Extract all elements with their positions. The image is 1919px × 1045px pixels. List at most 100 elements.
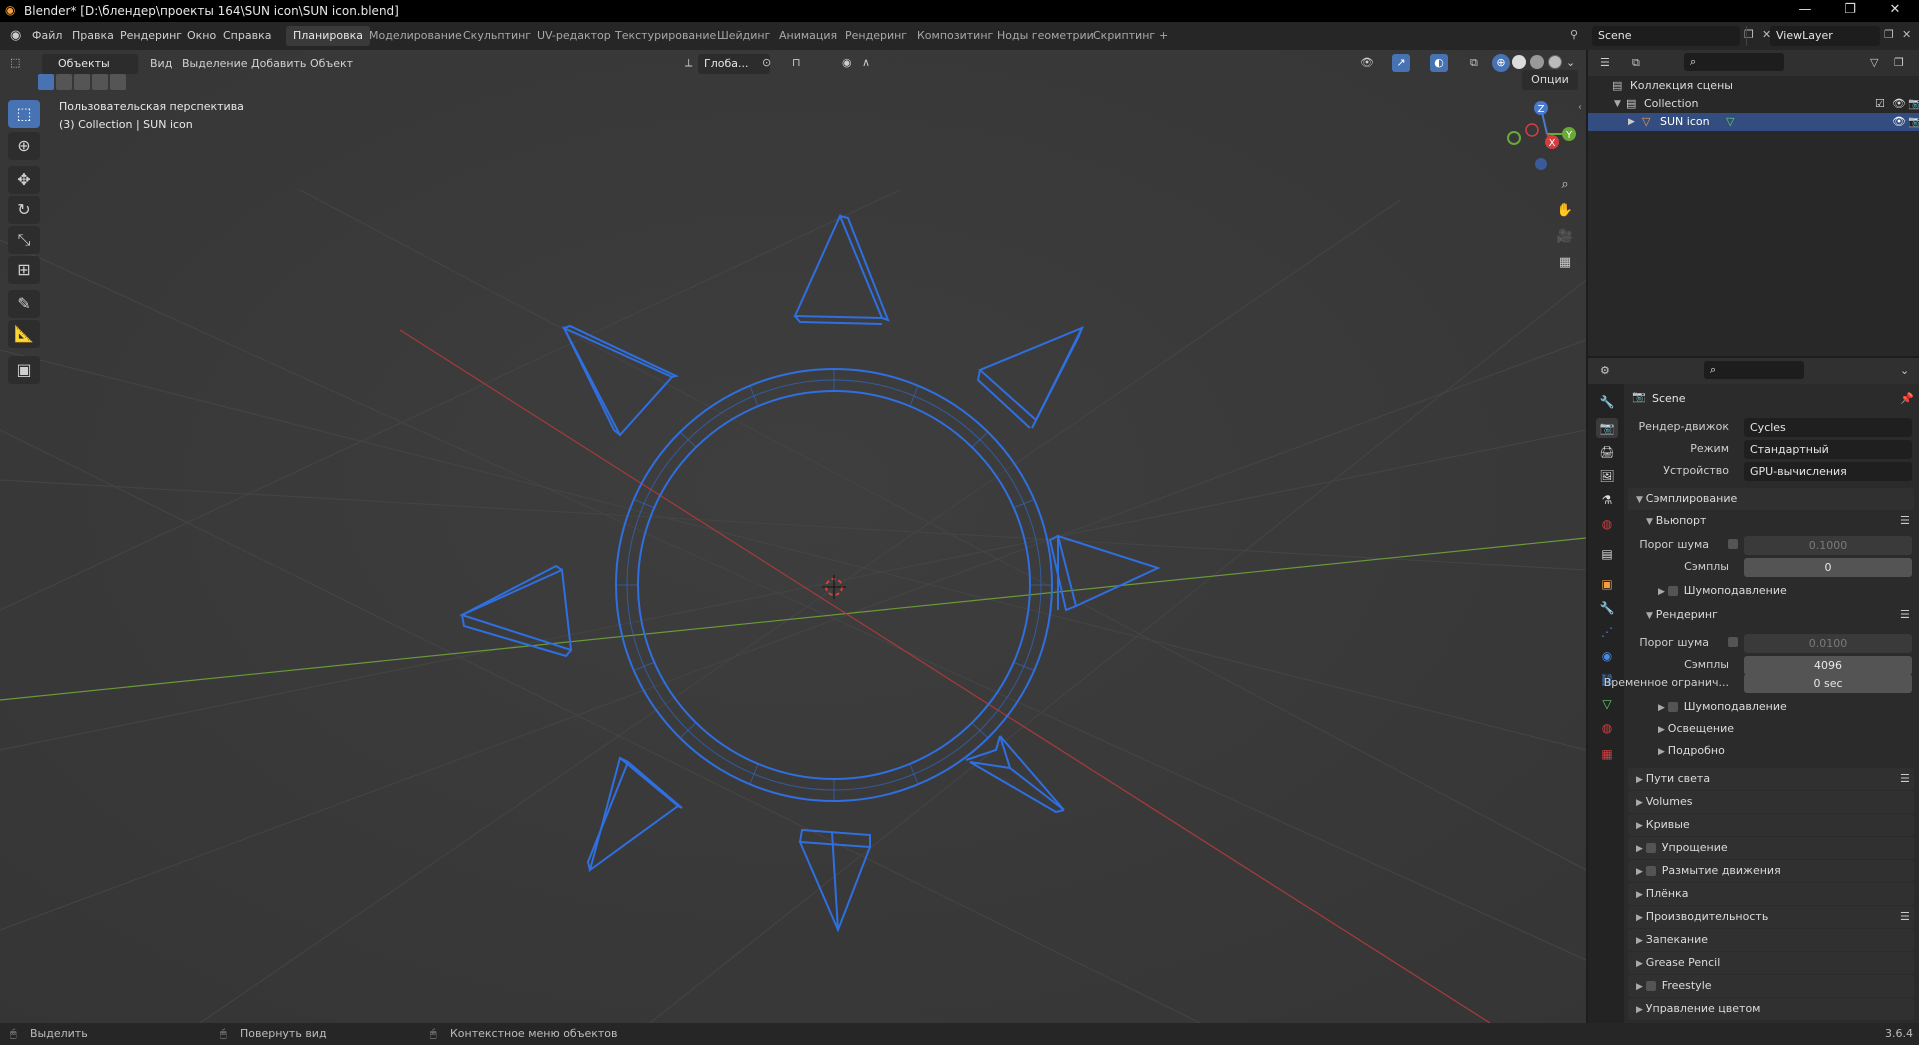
rendered-shading-icon[interactable] <box>1548 55 1562 69</box>
solid-shading-icon[interactable] <box>1512 55 1526 69</box>
tab-rendering[interactable]: Рендеринг <box>838 26 914 46</box>
mesh-data-icon[interactable]: ▽ <box>1726 113 1734 131</box>
viewport-canvas[interactable]: Z Y X <box>0 50 1586 1023</box>
eye-icon[interactable]: 👁 <box>1892 95 1906 113</box>
render-noise-checkbox[interactable] <box>1728 637 1738 647</box>
select-new-icon[interactable] <box>38 74 54 90</box>
select-subtract-icon[interactable] <box>74 74 90 90</box>
outliner-search[interactable]: ⌕ <box>1684 53 1784 71</box>
tab-uv-editing[interactable]: UV-редактор <box>530 26 618 46</box>
camera-render-icon[interactable]: 📷 <box>1908 95 1919 113</box>
tab-scripting[interactable]: Скриптинг <box>1086 26 1162 46</box>
advanced-subpanel[interactable]: ▶ Подробно <box>1658 740 1725 762</box>
object-eye-icon[interactable]: 👁 <box>1892 113 1906 131</box>
properties-options-icon[interactable]: ⌄ <box>1900 364 1909 377</box>
pin-icon[interactable]: 📌 <box>1900 392 1914 405</box>
menu-add[interactable]: Добавить <box>251 57 306 70</box>
expand-object-icon[interactable]: ▶ <box>1628 113 1635 131</box>
tab-modeling[interactable]: Моделирование <box>362 26 469 46</box>
outliner-object-sun-icon[interactable]: ▶ ▽ SUN icon ▽ 👁 📷 <box>1588 113 1919 131</box>
xray-icon[interactable]: ⧉ <box>1470 56 1478 70</box>
zoom-button[interactable]: ⌕ <box>1552 174 1578 196</box>
outliner-scene-collection[interactable]: ▤ Коллекция сцены <box>1588 77 1919 95</box>
menu-select[interactable]: Выделение <box>182 57 248 70</box>
viewport-samples-field[interactable]: 0 <box>1744 558 1912 577</box>
render-engine-dropdown[interactable]: Cycles <box>1744 418 1912 437</box>
camera-view-button[interactable]: 🎥 <box>1552 226 1578 248</box>
tab-shading[interactable]: Шейдинг <box>710 26 777 46</box>
pan-button[interactable]: ✋ <box>1552 200 1578 222</box>
menu-render[interactable]: Рендеринг <box>120 29 182 42</box>
world-tab-icon[interactable]: ◍ <box>1596 514 1618 534</box>
viewport-subpanel[interactable]: ▼ Вьюпорт <box>1646 510 1706 532</box>
scene-icon[interactable]: ⚲ <box>1570 28 1578 41</box>
tool-tab-icon[interactable]: 🔧 <box>1596 392 1618 412</box>
scale-tool[interactable]: ⤡ <box>8 226 40 254</box>
measure-tool[interactable]: 📐 <box>8 320 40 348</box>
viewport-denoise-subpanel[interactable]: ▶ Шумоподавление <box>1658 580 1787 602</box>
scene-tab-icon[interactable]: ⚗ <box>1596 490 1618 510</box>
rotate-tool[interactable]: ↻ <box>8 196 40 224</box>
cursor-tool[interactable]: ⊕ <box>8 132 40 160</box>
material-shading-icon[interactable] <box>1530 55 1544 69</box>
data-tab-icon[interactable]: ▽ <box>1596 694 1618 714</box>
viewport-noise-checkbox[interactable] <box>1728 539 1738 549</box>
device-dropdown[interactable]: GPU-вычисления <box>1744 462 1912 481</box>
falloff-icon[interactable]: ∧ <box>862 56 870 69</box>
menu-object[interactable]: Объект <box>310 57 353 70</box>
wireframe-shading-icon[interactable]: ⊕ <box>1492 54 1510 72</box>
render-presets-icon[interactable]: ☰ <box>1900 608 1910 621</box>
section-6-presets-icon[interactable]: ☰ <box>1900 910 1910 923</box>
overlays-toggle-icon[interactable]: ◐ <box>1430 54 1448 72</box>
transform-tool[interactable]: ⊞ <box>8 256 40 284</box>
material-tab-icon[interactable]: ◍ <box>1596 718 1618 738</box>
pivot-icon[interactable]: ⊙ <box>762 56 771 69</box>
proportional-edit-icon[interactable]: ◉ <box>842 56 852 69</box>
viewlayer-field[interactable]: ViewLayer <box>1770 26 1880 46</box>
menu-edit[interactable]: Правка <box>72 29 114 42</box>
viewport-presets-icon[interactable]: ☰ <box>1900 514 1910 527</box>
gizmo-toggle-icon[interactable]: ↗ <box>1392 54 1410 72</box>
add-workspace-button[interactable]: + <box>1152 26 1175 46</box>
menu-view[interactable]: Вид <box>150 57 172 70</box>
mode-dropdown[interactable]: Объекты <box>42 54 138 74</box>
tab-animation[interactable]: Анимация <box>772 26 844 46</box>
select-intersect-icon[interactable] <box>110 74 126 90</box>
section-3-checkbox[interactable] <box>1645 843 1656 853</box>
expand-collection-icon[interactable]: ▼ <box>1614 95 1621 113</box>
editor-type-icon[interactable]: ⬚ <box>10 56 20 69</box>
options-button[interactable]: Опции <box>1522 70 1578 90</box>
ortho-toggle-button[interactable]: ▦ <box>1552 252 1578 274</box>
transform-orientation-dropdown[interactable]: Глоба... <box>698 54 770 74</box>
snap-icon[interactable]: ⊓ <box>792 56 801 69</box>
render-noise-field[interactable]: 0.0100 <box>1744 634 1912 653</box>
viewport-noise-field[interactable]: 0.1000 <box>1744 536 1912 555</box>
tab-geometry-nodes[interactable]: Ноды геометрии <box>990 26 1101 46</box>
tab-layout[interactable]: Планировка <box>286 26 370 46</box>
lights-subpanel[interactable]: ▶ Освещение <box>1658 718 1734 740</box>
exclude-checkbox-icon[interactable]: ☑ <box>1875 95 1885 113</box>
render-subpanel[interactable]: ▼ Рендеринг <box>1646 604 1718 626</box>
section-4-checkbox[interactable] <box>1645 866 1656 876</box>
section-9-checkbox[interactable] <box>1645 981 1656 991</box>
render-denoise-subpanel[interactable]: ▶ Шумоподавление <box>1658 696 1787 718</box>
render-mode-dropdown[interactable]: Стандартный <box>1744 440 1912 459</box>
menu-file[interactable]: Файл <box>32 29 62 42</box>
tab-sculpting[interactable]: Скульптинг <box>456 26 538 46</box>
properties-search[interactable]: ⌕ <box>1704 361 1804 379</box>
shading-dropdown-icon[interactable]: ⌄ <box>1566 56 1575 69</box>
annotate-tool[interactable]: ✎ <box>8 290 40 318</box>
visibility-icon[interactable]: 👁 <box>1360 56 1374 69</box>
tab-texture-paint[interactable]: Текстурирование <box>608 26 723 46</box>
sidebar-toggle-icon[interactable]: ‹ <box>1578 102 1582 113</box>
menu-help[interactable]: Справка <box>223 29 271 42</box>
add-cube-tool[interactable]: ▣ <box>8 356 40 384</box>
outliner-editor-icon[interactable]: ☰ <box>1600 56 1610 69</box>
select-extend-icon[interactable] <box>56 74 72 90</box>
gizmo-neg-z[interactable] <box>1535 158 1547 170</box>
section-0-presets-icon[interactable]: ☰ <box>1900 772 1910 785</box>
time-limit-field[interactable]: 0 sec <box>1744 674 1912 693</box>
display-mode-icon[interactable]: ⧉ <box>1632 56 1640 70</box>
blender-menu-icon[interactable]: ◉ <box>10 28 21 43</box>
tab-compositing[interactable]: Композитинг <box>910 26 1000 46</box>
